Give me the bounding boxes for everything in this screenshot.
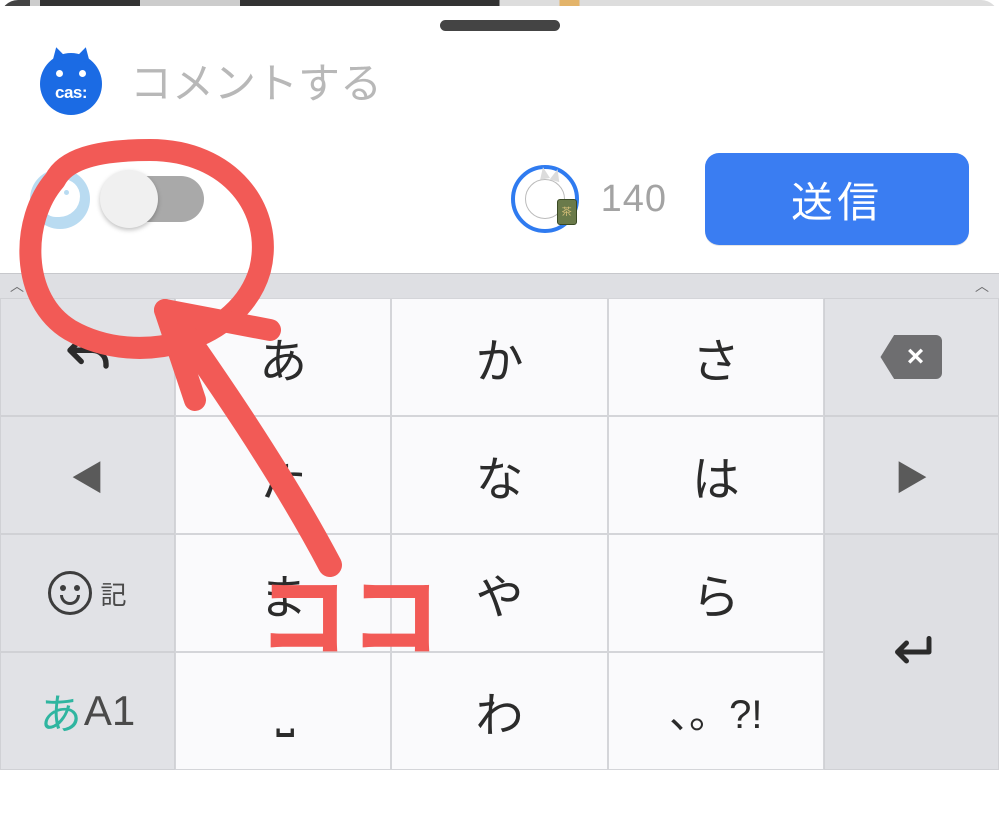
comment-input-row: cas: <box>0 53 999 145</box>
char-counter: 140 <box>601 178 667 221</box>
key-emoji-symbol[interactable]: 記 <box>0 534 175 652</box>
kb-expand-right-icon[interactable]: ︿ <box>975 276 989 296</box>
key-ya[interactable]: や <box>391 534 607 652</box>
key-cursor-right[interactable]: ▶ <box>824 416 999 534</box>
key-ra[interactable]: ら <box>608 534 824 652</box>
key-space[interactable]: ⎵ <box>175 652 391 770</box>
share-toggle[interactable] <box>104 176 204 222</box>
key-backspace[interactable]: × <box>824 298 999 416</box>
keyboard: ︿ ︿ あ か さ × ◀ た な は ▶ 記 <box>0 273 999 770</box>
key-sa[interactable]: さ <box>608 298 824 416</box>
emoji-icon <box>48 571 92 615</box>
comment-input[interactable] <box>130 60 959 108</box>
key-punct[interactable]: 、。?! <box>608 652 824 770</box>
kb-expand-left-icon[interactable]: ︿ <box>10 276 24 296</box>
toggle-knob <box>100 170 158 228</box>
avatar-label: cas: <box>40 83 102 103</box>
undo-icon <box>61 330 115 384</box>
key-a[interactable]: あ <box>175 298 391 416</box>
key-ha[interactable]: は <box>608 416 824 534</box>
backspace-icon: × <box>880 335 942 379</box>
key-cursor-left[interactable]: ◀ <box>0 416 175 534</box>
enter-icon <box>884 625 938 679</box>
status-bar-fragment <box>0 0 999 6</box>
controls-row: 140 送信 <box>0 145 999 273</box>
key-enter[interactable] <box>824 534 999 770</box>
twitter-share-icon <box>30 169 90 229</box>
comment-sheet: cas: 140 送信 <box>0 6 999 273</box>
tea-icon <box>557 199 577 225</box>
send-button[interactable]: 送信 <box>705 153 969 245</box>
key-ta[interactable]: た <box>175 416 391 534</box>
key-mode-a: あ <box>40 681 82 742</box>
key-na[interactable]: な <box>391 416 607 534</box>
space-icon: ⎵ <box>276 683 290 739</box>
app-avatar: cas: <box>40 53 102 115</box>
key-undo[interactable] <box>0 298 175 416</box>
key-input-mode[interactable]: あ A1 <box>0 652 175 770</box>
key-ka[interactable]: か <box>391 298 607 416</box>
key-mode-rest: A1 <box>84 687 135 735</box>
user-avatar-badge[interactable] <box>511 165 579 233</box>
key-emoji-sub: 記 <box>100 575 126 612</box>
key-ma[interactable]: ま <box>175 534 391 652</box>
sheet-drag-handle[interactable] <box>440 20 560 31</box>
key-wa[interactable]: わ <box>391 652 607 770</box>
